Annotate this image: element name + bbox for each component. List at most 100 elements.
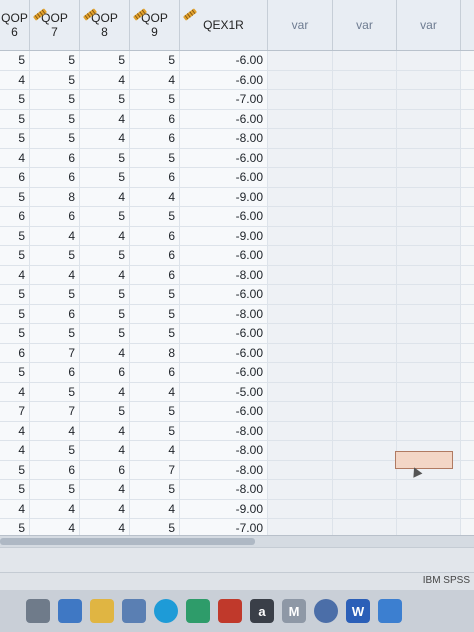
data-cell[interactable]: 4 — [0, 265, 30, 284]
column-header[interactable]: QOP 6 — [0, 0, 30, 50]
data-cell[interactable]: 7 — [30, 343, 80, 362]
data-cell[interactable] — [268, 363, 333, 382]
data-cell[interactable]: -6.00 — [180, 70, 268, 89]
data-cell[interactable] — [333, 187, 397, 206]
data-cell[interactable]: 5 — [30, 480, 80, 499]
data-cell[interactable] — [397, 90, 461, 109]
data-cell[interactable]: -9.00 — [180, 187, 268, 206]
data-cell[interactable]: 4 — [80, 226, 130, 245]
data-cell[interactable] — [268, 285, 333, 304]
data-cell[interactable] — [397, 168, 461, 187]
data-cell[interactable]: 4 — [80, 441, 130, 460]
data-cell[interactable]: -6.00 — [180, 324, 268, 343]
data-cell[interactable]: -6.00 — [180, 343, 268, 362]
data-cell[interactable] — [397, 148, 461, 167]
data-cell[interactable] — [397, 246, 461, 265]
data-cell[interactable] — [268, 226, 333, 245]
data-cell[interactable] — [397, 226, 461, 245]
data-cell[interactable] — [397, 207, 461, 226]
data-cell[interactable]: -6.00 — [180, 148, 268, 167]
data-cell[interactable]: 6 — [30, 363, 80, 382]
data-cell[interactable] — [268, 343, 333, 362]
data-cell[interactable] — [397, 382, 461, 401]
data-cell[interactable]: 5 — [30, 285, 80, 304]
data-cell[interactable]: 6 — [0, 207, 30, 226]
data-cell[interactable]: 8 — [130, 343, 180, 362]
chat-icon[interactable] — [58, 599, 82, 623]
data-cell[interactable]: 5 — [130, 324, 180, 343]
data-cell[interactable] — [268, 382, 333, 401]
data-cell[interactable]: 5 — [0, 324, 30, 343]
data-cell[interactable] — [397, 343, 461, 362]
edge-browser-icon[interactable] — [154, 599, 178, 623]
data-cell[interactable] — [268, 402, 333, 421]
shield-icon[interactable] — [218, 599, 242, 623]
data-cell[interactable]: 4 — [0, 421, 30, 440]
data-cell[interactable]: -7.00 — [180, 90, 268, 109]
data-cell[interactable]: -6.00 — [180, 168, 268, 187]
data-cell[interactable] — [333, 441, 397, 460]
data-cell[interactable] — [333, 304, 397, 323]
data-cell[interactable]: 5 — [130, 148, 180, 167]
data-cell[interactable]: 5 — [130, 304, 180, 323]
data-cell[interactable] — [397, 109, 461, 128]
data-cell[interactable]: 6 — [80, 460, 130, 479]
data-cell[interactable]: 5 — [0, 226, 30, 245]
data-cell[interactable] — [397, 363, 461, 382]
data-cell[interactable]: 6 — [0, 168, 30, 187]
data-cell[interactable]: -8.00 — [180, 460, 268, 479]
column-header-var[interactable]: var — [397, 0, 461, 50]
data-cell[interactable]: 6 — [30, 148, 80, 167]
data-cell[interactable] — [268, 265, 333, 284]
data-cell[interactable]: -9.00 — [180, 499, 268, 518]
data-cell[interactable] — [397, 324, 461, 343]
data-cell[interactable]: 4 — [80, 265, 130, 284]
globe-icon[interactable] — [314, 599, 338, 623]
data-cell[interactable]: 5 — [30, 246, 80, 265]
data-cell[interactable] — [333, 499, 397, 518]
data-cell[interactable] — [397, 129, 461, 148]
data-cell[interactable] — [333, 129, 397, 148]
data-cell[interactable]: -8.00 — [180, 304, 268, 323]
data-cell[interactable] — [397, 421, 461, 440]
data-cell[interactable]: 5 — [80, 90, 130, 109]
data-cell[interactable] — [333, 109, 397, 128]
data-cell[interactable]: 6 — [30, 207, 80, 226]
data-cell[interactable] — [333, 226, 397, 245]
data-cell[interactable] — [333, 285, 397, 304]
data-cell[interactable]: 4 — [0, 441, 30, 460]
data-cell[interactable]: 5 — [0, 304, 30, 323]
data-cell[interactable]: 5 — [0, 51, 30, 70]
data-cell[interactable]: 5 — [130, 285, 180, 304]
data-cell[interactable]: 5 — [80, 207, 130, 226]
data-cell[interactable]: 5 — [30, 441, 80, 460]
data-cell[interactable]: 4 — [30, 226, 80, 245]
data-cell[interactable]: 4 — [130, 187, 180, 206]
column-header[interactable]: QOP 8 — [80, 0, 130, 50]
data-cell[interactable]: 6 — [130, 226, 180, 245]
data-cell[interactable]: 7 — [130, 460, 180, 479]
data-cell[interactable] — [268, 90, 333, 109]
data-cell[interactable] — [268, 304, 333, 323]
data-cell[interactable]: 4 — [80, 480, 130, 499]
data-cell[interactable]: 4 — [80, 343, 130, 362]
data-cell[interactable]: 5 — [30, 90, 80, 109]
data-cell[interactable]: 4 — [30, 421, 80, 440]
data-cell[interactable] — [268, 70, 333, 89]
data-cell[interactable]: 5 — [80, 148, 130, 167]
data-cell[interactable]: 5 — [80, 402, 130, 421]
data-cell[interactable] — [268, 148, 333, 167]
data-cell[interactable]: 4 — [0, 382, 30, 401]
data-cell[interactable] — [397, 265, 461, 284]
data-cell[interactable]: 5 — [0, 246, 30, 265]
data-cell[interactable]: 5 — [0, 187, 30, 206]
column-header[interactable]: QOP 7 — [30, 0, 80, 50]
data-cell[interactable]: 6 — [130, 129, 180, 148]
data-cell[interactable] — [397, 70, 461, 89]
data-cell[interactable]: 5 — [130, 207, 180, 226]
data-cell[interactable]: 6 — [130, 168, 180, 187]
data-cell[interactable]: 5 — [130, 51, 180, 70]
data-cell[interactable]: 5 — [30, 70, 80, 89]
data-cell[interactable] — [268, 109, 333, 128]
data-cell[interactable]: 5 — [30, 324, 80, 343]
